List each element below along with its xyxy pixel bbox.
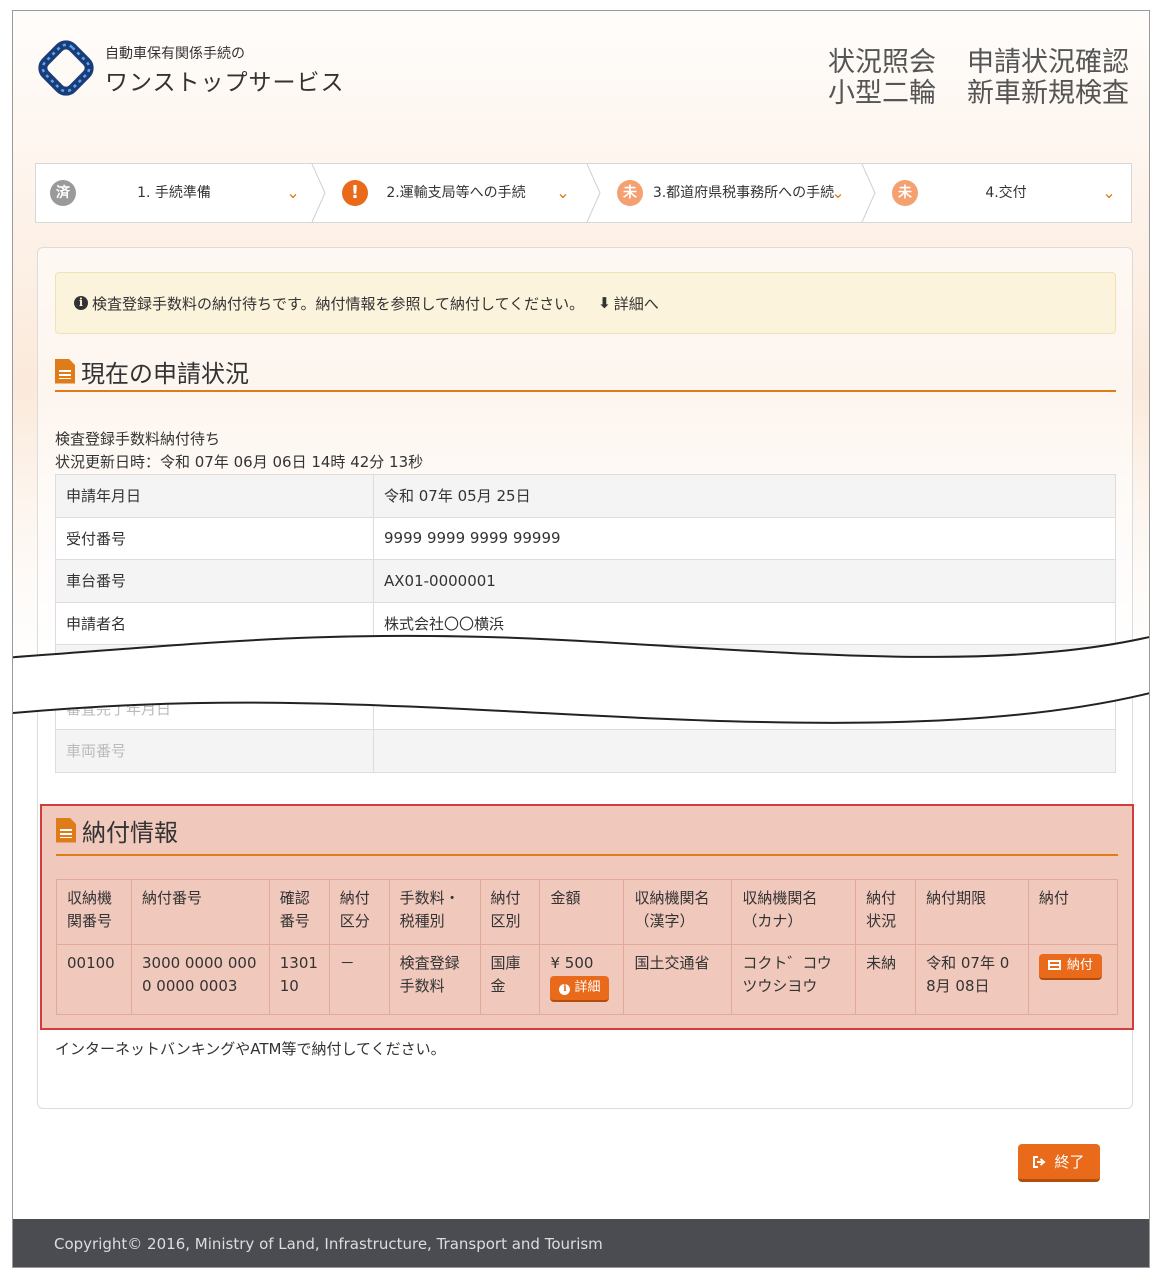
table-row: 00100 3000 0000 0000 0000 0003 130110 － … <box>56 944 1119 1015</box>
table-row: 申請年月日 令和 07年 05月 25日 <box>55 474 1116 518</box>
end-button-label: 終了 <box>1054 1153 1085 1171</box>
col-header: 納付区別 <box>479 879 541 945</box>
logo-icon <box>38 40 94 96</box>
status-section-header: 現在の申請状況 <box>55 352 1116 392</box>
payment-section-header: 納付情報 <box>56 806 1118 856</box>
col-header: 収納機関名（カナ） <box>731 879 857 945</box>
col-header: 納付 <box>1027 879 1119 945</box>
header-title-status-check: 申請状況確認 <box>967 47 1129 78</box>
logo-title: ワンストップサービス <box>105 70 345 96</box>
pay-button[interactable]: 納付 <box>1038 954 1102 980</box>
end-button[interactable]: 終了 <box>1018 1144 1100 1182</box>
row-value: 令和 07年 05月 25日 <box>373 474 1116 518</box>
pay-button-label: 納付 <box>1066 958 1093 973</box>
row-value: AX01-0000001 <box>373 559 1116 603</box>
alert-detail-link[interactable]: 詳細へ <box>614 293 659 314</box>
amount: ¥ 500 <box>550 954 594 972</box>
main-card: i 検査登録手数料の納付待ちです。納付情報を参照して納付してください。 ⬇ 詳細… <box>13 247 1149 1109</box>
logo-subtitle: 自動車保有関係手続の <box>105 46 245 62</box>
chevron-down-icon: ⌄ <box>1102 183 1116 202</box>
copyright-text: Copyright© 2016, Ministry of Land, Infra… <box>54 1235 603 1253</box>
page-frame: 自動車保有関係手続の ワンストップサービス 状況照会 小型二輪 申請状況確認 新… <box>12 10 1150 1268</box>
chevron-down-icon: ⌄ <box>831 183 845 202</box>
step-label: 4.交付 <box>985 184 1027 201</box>
payment-table-header: 収納機関番号 納付番号 確認番号 納付区分 手数料・税種別 納付区別 金額 収納… <box>56 879 1119 945</box>
footer: Copyright© 2016, Ministry of Land, Infra… <box>13 1219 1149 1267</box>
step-pending-badge: 未 <box>617 180 643 206</box>
org-name-kana: コクト゛コウツウシヨウ <box>731 944 857 1015</box>
col-header: 収納機関名（漢字） <box>623 879 733 945</box>
step-2[interactable]: ! 2.運輸支局等への手続 ⌄ <box>328 164 586 222</box>
col-header: 納付期限 <box>915 879 1029 945</box>
pay-cell: 納付 <box>1027 944 1119 1015</box>
col-header: 確認番号 <box>268 879 330 945</box>
row-label: 車台番号 <box>55 559 374 603</box>
payment-alert: i 検査登録手数料の納付待ちです。納付情報を参照して納付してください。 ⬇ 詳細… <box>55 272 1116 334</box>
status-updated: 状況更新日時：令和 07年 06月 06日 14時 42分 13秒 <box>55 453 424 471</box>
col-header: 納付状況 <box>855 879 917 945</box>
step-label: 3.都道府県税事務所への手続 <box>652 184 835 201</box>
detail-button[interactable]: i 詳細 <box>550 976 610 1002</box>
info-icon: i <box>74 296 88 310</box>
step-4[interactable]: 未 4.交付 ⌄ <box>878 164 1133 222</box>
col-header: 納付番号 <box>130 879 270 945</box>
current-status: 検査登録手数料納付待ち <box>55 430 221 448</box>
alert-badge-icon: ! <box>342 180 368 206</box>
payment-info-section: 納付情報 収納機関番号 納付番号 確認番号 納付区分 手数料・税種別 納付区別 … <box>40 804 1134 1030</box>
step-done-badge: 済 <box>50 180 76 206</box>
header-title-inspection: 新車新規検査 <box>967 78 1129 109</box>
org-number: 00100 <box>56 944 132 1015</box>
payment-division: － <box>328 944 390 1015</box>
document-icon <box>55 358 75 384</box>
omission-cut-marker <box>13 634 1149 724</box>
exit-icon <box>1033 1155 1047 1168</box>
confirm-number: 130110 <box>268 944 330 1015</box>
payment-deadline: 令和 07年 08月 08日 <box>915 944 1029 1015</box>
step-separator <box>311 164 326 222</box>
header-title-right: 申請状況確認 新車新規検査 <box>967 47 1129 109</box>
detail-button-label: 詳細 <box>574 980 601 995</box>
table-row: 受付番号 9999 9999 9999 99999 <box>55 516 1116 560</box>
arrow-down-icon: ⬇ <box>598 294 611 312</box>
step-label: 1. 手続準備 <box>137 184 211 201</box>
payment-note: インターネットバンキングやATM等で納付してください。 <box>55 1040 446 1058</box>
org-name-kanji: 国土交通省 <box>623 944 733 1015</box>
payment-section-title: 納付情報 <box>82 818 178 847</box>
alert-text: 検査登録手数料の納付待ちです。納付情報を参照して納付してください。 <box>92 294 585 313</box>
step-separator <box>586 164 601 222</box>
amount-cell: ¥ 500 i 詳細 <box>539 944 625 1015</box>
document-icon <box>56 817 76 843</box>
progress-steps: 済 1. 手続準備 ⌄ ! 2.運輸支局等への手続 ⌄ 未 3.都道府県税事務所… <box>35 163 1132 223</box>
col-header: 金額 <box>539 879 625 945</box>
payment-number: 3000 0000 0000 0000 0003 <box>130 944 270 1015</box>
chevron-down-icon: ⌄ <box>286 183 300 202</box>
row-label: 受付番号 <box>55 516 374 560</box>
row-label: 申請年月日 <box>55 474 374 518</box>
col-header: 収納機関番号 <box>56 879 132 945</box>
info-icon: i <box>559 984 571 995</box>
row-value: 9999 9999 9999 99999 <box>373 516 1116 560</box>
col-header: 手数料・税種別 <box>388 879 481 945</box>
payment-table: 収納機関番号 納付番号 確認番号 納付区分 手数料・税種別 納付区別 金額 収納… <box>56 879 1119 1015</box>
step-1[interactable]: 済 1. 手続準備 ⌄ <box>36 164 311 222</box>
chevron-down-icon: ⌄ <box>556 183 570 202</box>
header-title-vehicle: 小型二輪 <box>828 78 936 109</box>
step-pending-badge: 未 <box>892 180 918 206</box>
col-header: 納付区分 <box>328 879 390 945</box>
header-title-inquiry: 状況照会 <box>828 47 936 78</box>
status-section-title: 現在の申請状況 <box>81 359 249 388</box>
table-row: 車台番号 AX01-0000001 <box>55 559 1116 603</box>
step-3[interactable]: 未 3.都道府県税事務所への手続 ⌄ <box>603 164 861 222</box>
step-separator <box>861 164 876 222</box>
credit-card-icon <box>1047 960 1061 970</box>
step-label: 2.運輸支局等への手続 <box>386 184 526 201</box>
payment-status: 未納 <box>855 944 917 1015</box>
fee-type: 検査登録手数料 <box>388 944 481 1015</box>
payment-class: 国庫金 <box>479 944 541 1015</box>
header-title-left: 状況照会 小型二輪 <box>828 47 936 109</box>
